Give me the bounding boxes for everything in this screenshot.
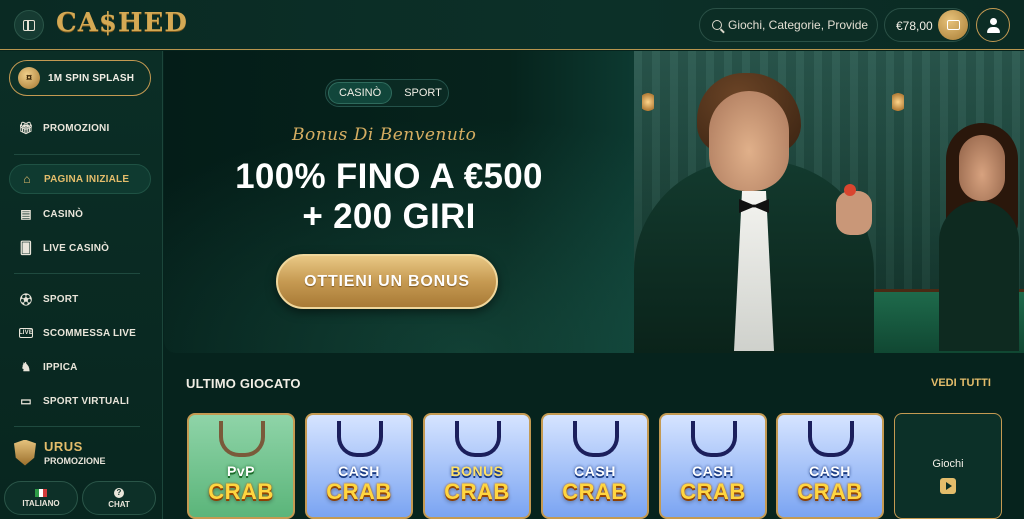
- sidebar-item-promozioni[interactable]: 🎁︎ PROMOZIONI: [9, 113, 151, 143]
- more-games-label: Giochi: [932, 458, 964, 470]
- search-input[interactable]: [728, 18, 868, 32]
- urus-title: URUS: [44, 439, 83, 454]
- casino-chip: [844, 184, 856, 196]
- spin-splash-promo-button[interactable]: ¤ 1M SPIN SPLASH: [9, 60, 151, 96]
- claw-icon: [337, 421, 383, 457]
- sidebar-item-label: SCOMMESSA LIVE: [43, 327, 136, 339]
- game-title-top: CASH: [338, 463, 380, 479]
- sidebar-item-label: SPORT VIRTUALI: [43, 395, 130, 407]
- deposit-button[interactable]: [938, 10, 968, 40]
- game-title-top: BONUS: [450, 463, 504, 479]
- sidebar-item-label: PROMOZIONI: [43, 122, 110, 134]
- bonus-headline: 100% FINO A €500 + 200 GIRI: [204, 157, 574, 237]
- sidebar-toggle-button[interactable]: [14, 10, 44, 40]
- soccer-ball-icon: ⚽︎: [19, 292, 33, 307]
- claw-icon: [808, 421, 854, 457]
- game-title-bottom: CRAB: [208, 479, 274, 504]
- game-title-bottom: CRAB: [562, 479, 628, 504]
- logo[interactable]: CA$HED: [56, 8, 188, 38]
- horse-icon: ♞: [20, 360, 32, 374]
- search-icon: [712, 20, 722, 30]
- sidebar-item-live-casino[interactable]: 🂠 LIVE CASINÒ: [9, 233, 151, 263]
- game-title-top: CASH: [692, 463, 734, 479]
- account-button[interactable]: [976, 8, 1010, 42]
- headline-line-2: + 200 GIRI: [302, 197, 476, 236]
- bonus-subtitle: Bonus Di Benvenuto: [292, 125, 477, 145]
- sidebar-icon: [23, 19, 35, 31]
- italy-flag-icon: [35, 488, 47, 497]
- sidebar-item-label: LIVE CASINÒ: [43, 242, 110, 254]
- promo-pill-label: 1M SPIN SPLASH: [48, 72, 135, 84]
- lamborghini-shield-icon: [14, 439, 36, 466]
- headline-line-1: 100% FINO A €500: [235, 157, 543, 196]
- game-card[interactable]: CASH CRAB: [541, 413, 649, 519]
- slot-machine-icon: ▤: [20, 207, 32, 221]
- chat-button[interactable]: ? CHAT: [82, 481, 156, 515]
- gift-icon: 🎁︎: [18, 121, 34, 135]
- game-title-bottom: CRAB: [326, 479, 392, 504]
- game-title-top: PvP: [227, 463, 255, 479]
- sidebar-item-label: SPORT: [43, 293, 79, 305]
- urus-subtitle: PROMOZIONE: [44, 456, 106, 466]
- divider: [14, 273, 140, 274]
- help-icon: ?: [114, 487, 124, 498]
- divider: [14, 426, 140, 427]
- sidebar-item-label: CASINÒ: [43, 208, 84, 220]
- claw-icon: [691, 421, 737, 457]
- claw-icon: [573, 421, 619, 457]
- sidebar: ¤ 1M SPIN SPLASH 🎁︎ PROMOZIONI ⌂ PAGINA …: [0, 51, 163, 519]
- sidebar-item-label: PAGINA INIZIALE: [44, 173, 130, 185]
- more-games-card[interactable]: Giochi: [894, 413, 1002, 519]
- sidebar-item-horse-racing[interactable]: ♞ IPPICA: [9, 352, 151, 382]
- game-title-bottom: CRAB: [444, 479, 510, 504]
- home-icon: ⌂: [23, 172, 31, 186]
- sidebar-item-label: IPPICA: [43, 361, 78, 373]
- tab-sport[interactable]: SPORT: [394, 82, 452, 104]
- game-title-bottom: CRAB: [680, 479, 746, 504]
- game-title-top: CASH: [809, 463, 851, 479]
- casino-sport-switch[interactable]: CASINÒ SPORT: [325, 79, 449, 107]
- user-icon: [989, 18, 997, 25]
- wallet-balance[interactable]: €78,00: [884, 8, 970, 42]
- sidebar-item-casino[interactable]: ▤ CASINÒ: [9, 199, 151, 229]
- language-label: ITALIANO: [22, 498, 60, 508]
- game-card[interactable]: CASH CRAB: [776, 413, 884, 519]
- wall-lamp: [642, 91, 654, 113]
- game-title-bottom: CRAB: [797, 479, 863, 504]
- balance-amount: €78,00: [896, 19, 933, 33]
- game-card[interactable]: PvP CRAB: [187, 413, 295, 519]
- top-bar: CA$HED €78,00: [0, 0, 1024, 50]
- claw-icon: [455, 421, 501, 457]
- game-card[interactable]: BONUS CRAB: [423, 413, 531, 519]
- cards-icon: 🂠: [19, 241, 33, 255]
- sidebar-item-virtual-sports[interactable]: ▭ SPORT VIRTUALI: [9, 386, 151, 416]
- monitor-icon: ▭: [20, 394, 32, 408]
- sidebar-item-sport[interactable]: ⚽︎ SPORT: [9, 284, 151, 314]
- search-bar[interactable]: [699, 8, 878, 42]
- section-title: ULTIMO GIOCATO: [186, 376, 301, 391]
- game-card[interactable]: CASH CRAB: [305, 413, 413, 519]
- sidebar-item-home[interactable]: ⌂ PAGINA INIZIALE: [9, 164, 151, 194]
- see-all-link[interactable]: VEDI TUTTI: [931, 377, 991, 389]
- wallet-icon: [946, 20, 960, 30]
- chat-label: CHAT: [108, 499, 130, 509]
- game-title-top: CASH: [574, 463, 616, 479]
- coin-icon: ¤: [18, 67, 40, 89]
- play-icon: [940, 478, 956, 494]
- claw-icon: [219, 421, 265, 457]
- urus-promo[interactable]: URUS PROMOZIONE: [14, 439, 106, 466]
- get-bonus-button[interactable]: OTTIENI UN BONUS: [276, 254, 498, 309]
- tab-casino[interactable]: CASINÒ: [328, 82, 393, 104]
- language-button[interactable]: ITALIANO: [4, 481, 78, 515]
- welcome-bonus-banner[interactable]: CASINÒ SPORT Bonus Di Benvenuto 100% FIN…: [164, 51, 1024, 353]
- live-icon: LIVE: [18, 328, 34, 338]
- game-card[interactable]: CASH CRAB: [659, 413, 767, 519]
- sidebar-item-live-betting[interactable]: LIVE SCOMMESSA LIVE: [9, 318, 151, 348]
- divider: [14, 154, 140, 155]
- wall-lamp: [892, 91, 904, 113]
